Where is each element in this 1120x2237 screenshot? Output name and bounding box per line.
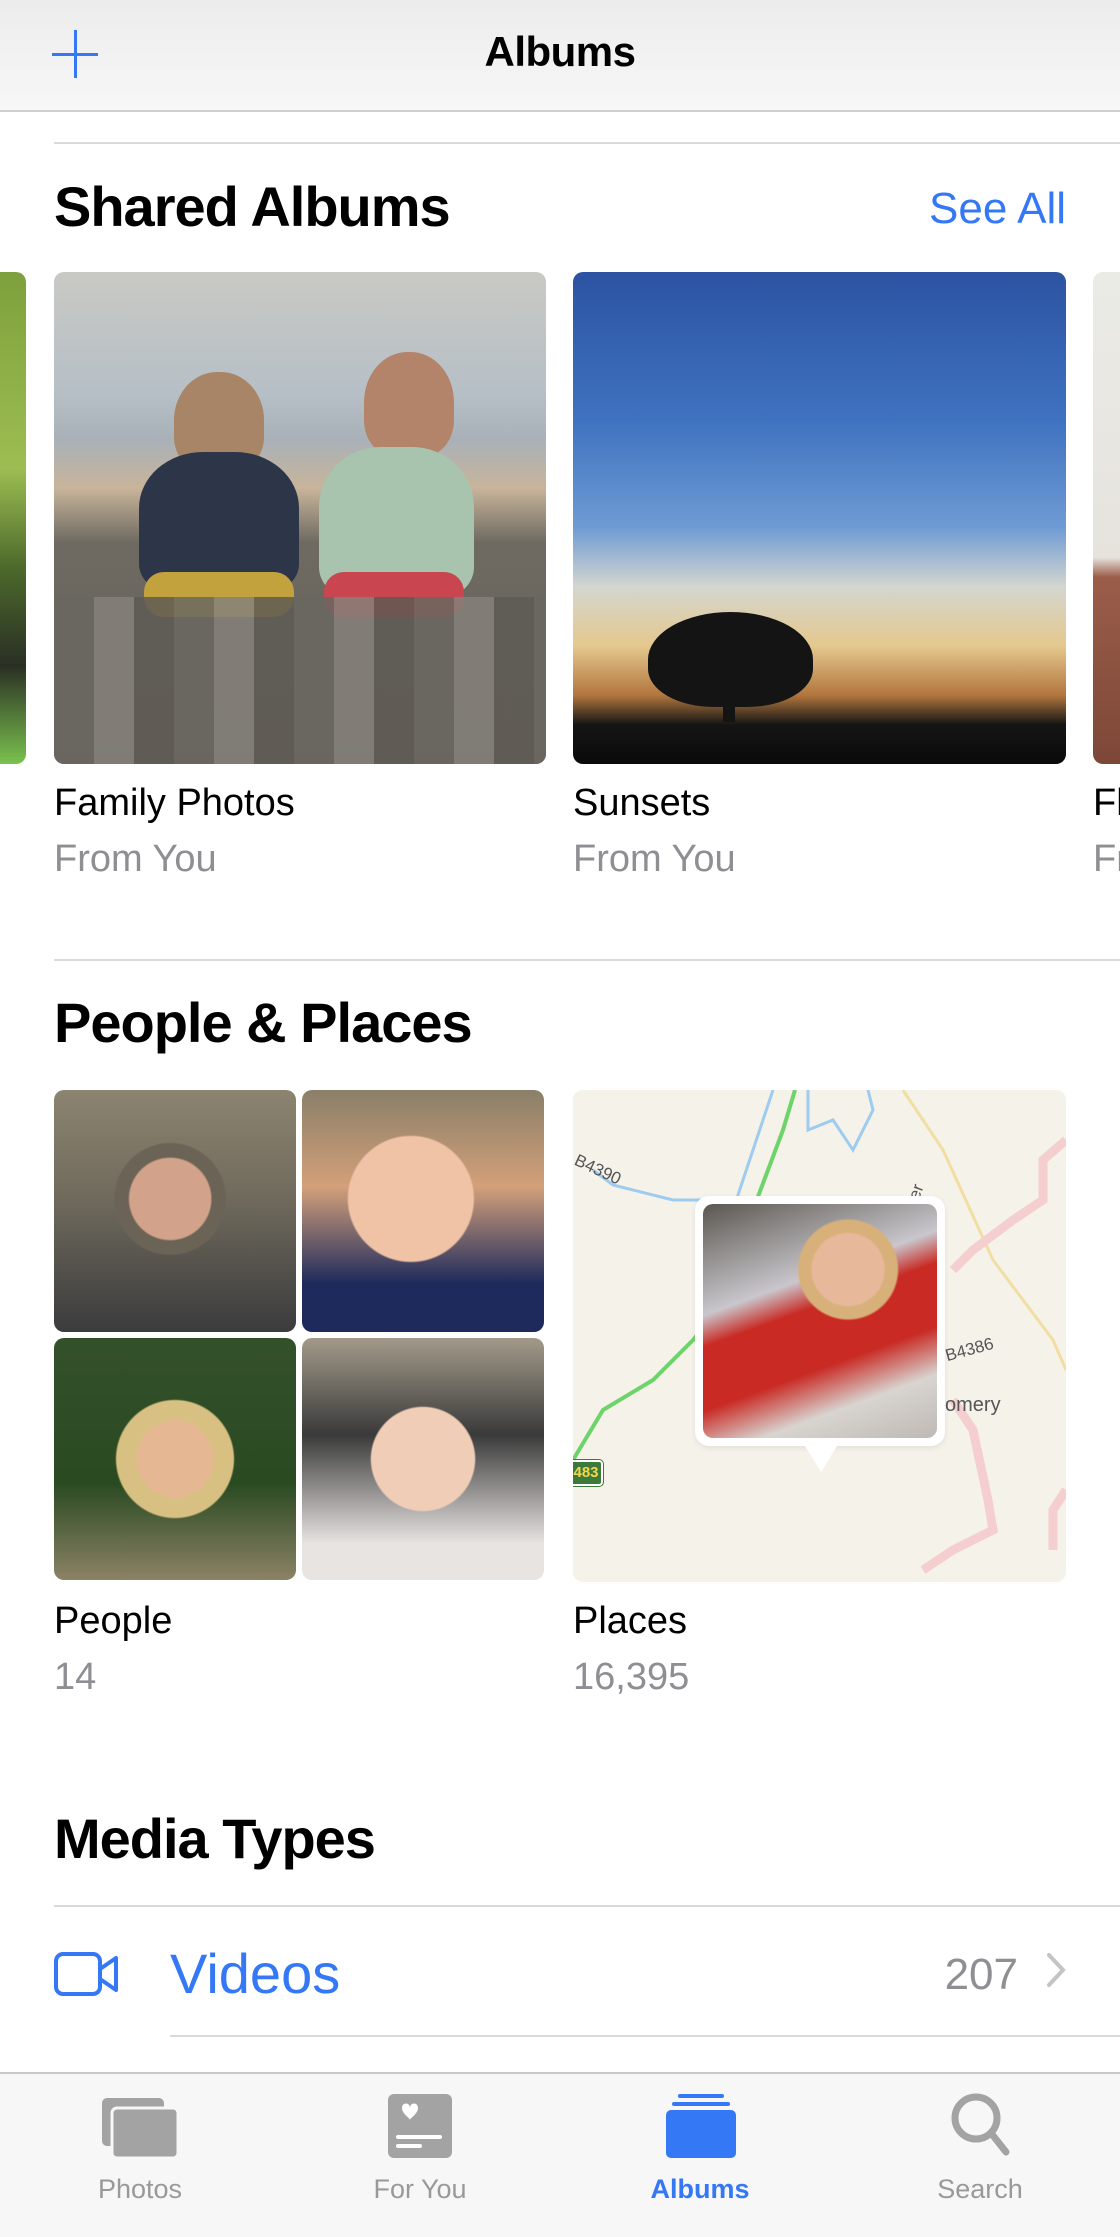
album-thumbnail-family-photos[interactable] [54, 272, 546, 764]
page-title: Albums [484, 28, 636, 75]
photo-detail [139, 452, 299, 592]
navigation-bar: Albums [0, 0, 1120, 112]
media-type-row-videos[interactable]: Videos 207 [54, 1906, 1120, 2036]
person-thumbnail[interactable] [54, 1338, 296, 1580]
album-thumbnail-partial-left[interactable] [0, 272, 26, 764]
map-place-label: omery [945, 1394, 1001, 1416]
places-map-thumbnail[interactable]: B4390 B4386 omery er 483 [573, 1090, 1066, 1582]
places-count: 16,395 [573, 1656, 690, 1698]
map-river [592, 1090, 775, 1212]
album-thumbnail-sunsets[interactable] [573, 272, 1066, 764]
tab-photos[interactable]: Photos [40, 2074, 240, 2237]
section-divider [54, 959, 1120, 961]
map-pin-photo [703, 1204, 937, 1438]
album-subtitle: From You [573, 838, 736, 880]
places-label: Places [573, 1600, 688, 1642]
album-name: Fl [1093, 782, 1120, 824]
for-you-heart-card-icon [388, 2094, 452, 2158]
people-count: 14 [54, 1656, 97, 1698]
person-thumbnail[interactable] [302, 1090, 544, 1332]
magnifier-icon [951, 2093, 1010, 2156]
album-subtitle: Fr [1093, 838, 1120, 880]
albums-stack-icon [666, 2094, 736, 2158]
tab-search[interactable]: Search [880, 2074, 1080, 2237]
photo-detail [364, 352, 454, 457]
tab-for-you[interactable]: For You [320, 2074, 520, 2237]
album-subtitle: From You [54, 838, 217, 880]
section-divider [54, 142, 1120, 144]
tab-label: Photos [97, 2174, 183, 2204]
people-label: People [54, 1600, 173, 1642]
chevron-right-icon [1047, 1953, 1066, 1987]
person-thumbnail[interactable] [54, 1090, 296, 1332]
map-river [806, 1090, 875, 1153]
album-thumbnail-partial-right[interactable] [1093, 272, 1120, 764]
tab-label: Albums [650, 2174, 750, 2204]
tab-albums[interactable]: Albums [600, 2074, 800, 2237]
map-photo-pin[interactable] [695, 1196, 945, 1472]
people-places-heading: People & Places [54, 991, 473, 1054]
map-road-shield: 483 [573, 1459, 604, 1487]
media-type-count: 207 [944, 1950, 1018, 1999]
photos-stack-icon [102, 2098, 180, 2160]
video-camera-icon [54, 1952, 118, 1996]
row-divider [170, 2035, 1120, 2037]
shared-albums-heading: Shared Albums [54, 175, 451, 238]
map-border [1048, 1487, 1066, 1550]
tab-label: For You [373, 2174, 467, 2204]
media-type-label: Videos [170, 1942, 341, 2005]
tab-bar: Photos For You Albums Search [0, 2072, 1120, 2237]
photo-detail [723, 692, 735, 722]
map-border [949, 1136, 1066, 1274]
see-all-link[interactable]: See All [929, 184, 1066, 234]
album-name: Family Photos [54, 782, 295, 824]
photo-detail [54, 596, 546, 764]
tab-label: Search [937, 2174, 1023, 2204]
media-types-heading: Media Types [54, 1807, 376, 1870]
person-thumbnail[interactable] [302, 1338, 544, 1580]
album-name: Sunsets [573, 782, 711, 824]
